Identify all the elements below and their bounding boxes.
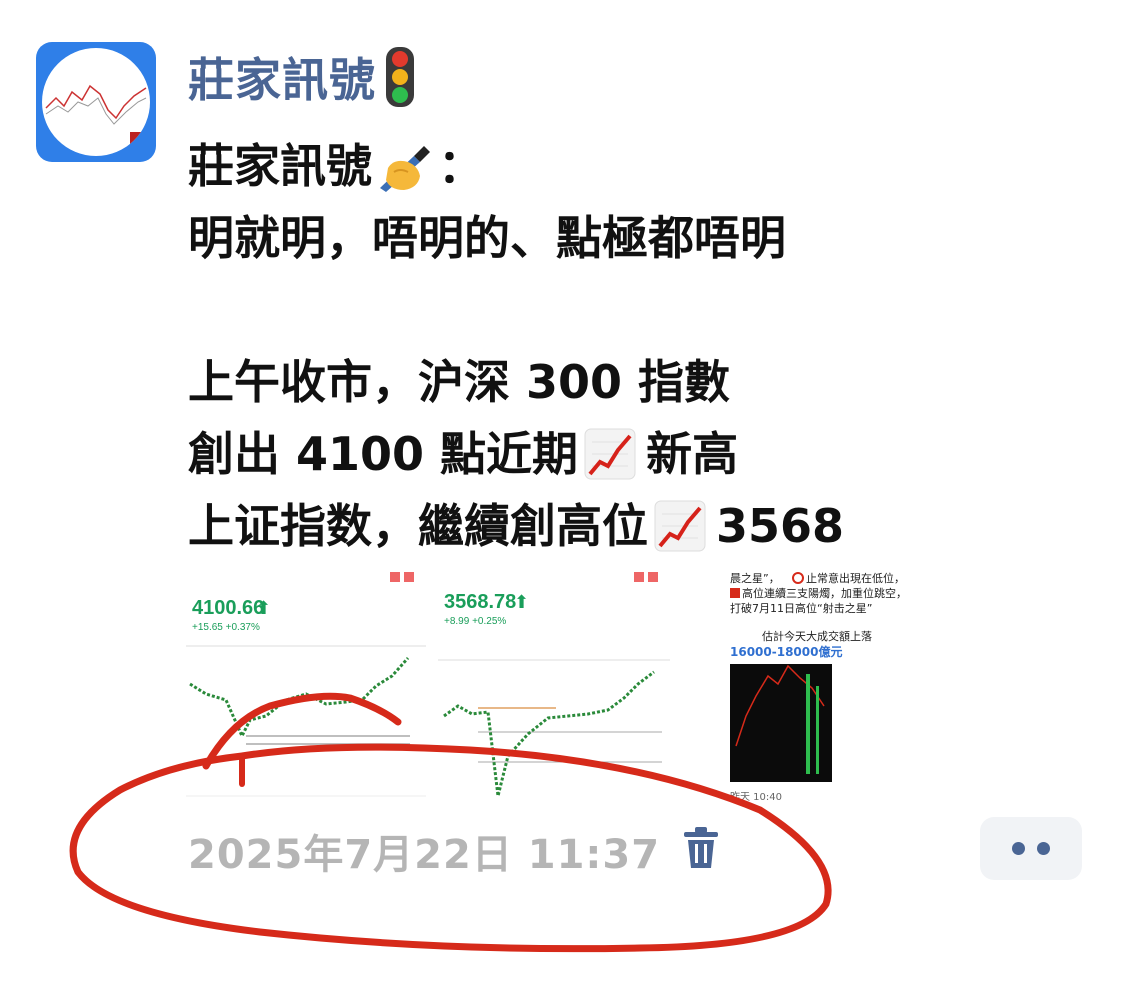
note-footer: 昨天 10:40 [730, 791, 782, 803]
message-text: 上午收市，沪深 300 指數 [188, 355, 731, 409]
message-text: 創出 4100 點近期 [188, 427, 579, 481]
chart-increasing-icon [584, 428, 636, 480]
message-body: 莊家訊號 ： 明就明，唔明的、點極都唔明 上午收市，沪深 300 指數 創出 4… [188, 130, 844, 562]
note-line: 高位連續三支陽燭，加重位跳空， [742, 586, 907, 600]
message-text: 3568 [716, 499, 845, 553]
avatar-chart-image [42, 48, 150, 156]
csi300-value: 4100.66 [192, 597, 264, 619]
message-line: 創出 4100 點近期 新高 [188, 418, 844, 490]
message-text: 莊家訊號 [188, 139, 372, 193]
image-thumbnail-sse[interactable]: 3568.78 ⬆ +8.99 +0.25% [438, 566, 670, 808]
message-line: 莊家訊號 ： [188, 130, 844, 202]
note-line: 16000-18000億元 [730, 644, 842, 659]
message-text: 新高 [646, 427, 739, 481]
image-thumbnail-csi300[interactable]: 4100.66 ⬆ +15.65 +0.37% [186, 566, 426, 808]
csi300-change: +15.65 +0.37% [192, 622, 260, 633]
message-line: 上证指数，繼續創高位 3568 [188, 490, 844, 562]
message-line: 上午收市，沪深 300 指數 [188, 346, 844, 418]
avatar[interactable] [36, 42, 156, 162]
author-name[interactable]: 莊家訊號 [188, 44, 414, 110]
post-timestamp: 2025年7月22日 11:37 [188, 832, 661, 878]
more-dots-icon [1037, 842, 1050, 855]
message-text: 上证指数，繼續創高位 [188, 499, 648, 553]
note-line: 打破7月11日高位“射击之星” [730, 601, 872, 615]
colon-text: ： [438, 139, 484, 193]
sse-value: 3568.78 [444, 591, 516, 613]
note-line: 止常意出現在低位， [806, 571, 905, 585]
trash-icon[interactable] [682, 826, 720, 870]
sse-change: +8.99 +0.25% [444, 616, 506, 627]
note-line: 晨之星”， [730, 571, 780, 585]
note-line: 估計今天大成交額上落 [762, 629, 872, 643]
author-name-text: 莊家訊號 [188, 53, 376, 107]
message-line: 明就明，唔明的、點極都唔明 [188, 202, 844, 274]
image-gallery: 4100.66 ⬆ +15.65 +0.37% 3568.78 ⬆ +8.99 … [186, 566, 926, 808]
svg-text:⬆: ⬆ [256, 598, 271, 618]
message-text: 明就明，唔明的、點極都唔明 [188, 211, 786, 265]
more-options-button[interactable] [980, 817, 1082, 880]
image-thumbnail-note[interactable]: 晨之星”， 止常意出現在低位， 高位連續三支陽燭，加重位跳空， 打破7月11日高… [716, 566, 926, 808]
svg-text:⬆: ⬆ [514, 592, 529, 612]
traffic-light-icon [386, 47, 414, 107]
chart-increasing-icon [654, 500, 706, 552]
writing-hand-icon [380, 146, 430, 192]
more-dots-icon [1012, 842, 1025, 855]
